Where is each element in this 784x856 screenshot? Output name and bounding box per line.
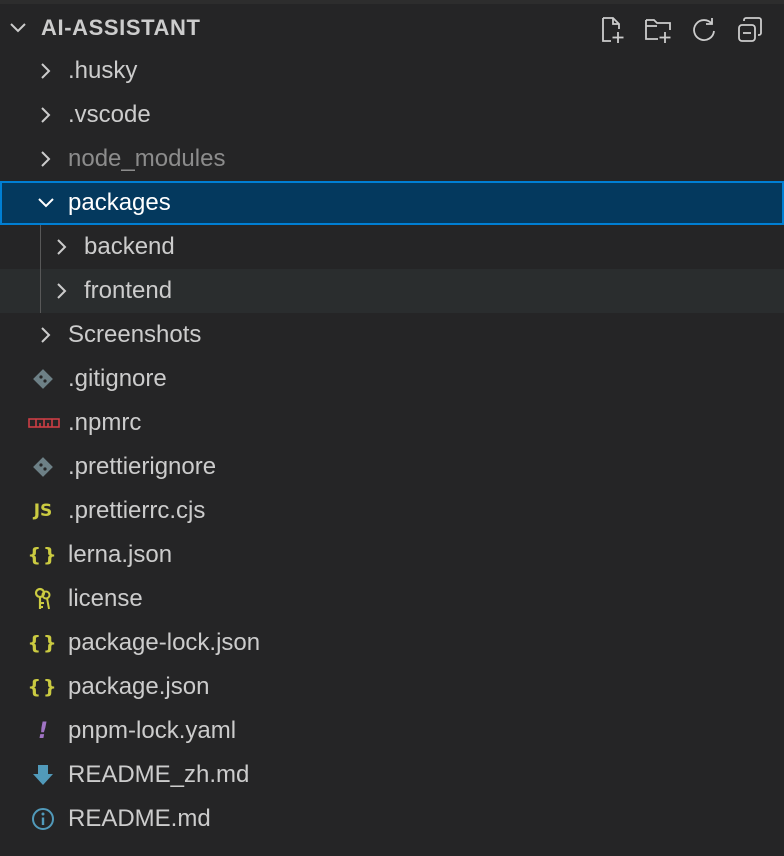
tree-item-backend[interactable]: backend — [0, 225, 784, 269]
tree-item-gitignore[interactable]: .gitignore — [0, 357, 784, 401]
tree-item-label: README.md — [68, 805, 211, 832]
indent-guide — [40, 225, 41, 269]
tree-item-label: node_modules — [68, 145, 226, 172]
tree-item-readme-md[interactable]: README.md — [0, 797, 784, 841]
panel-top-border — [0, 0, 784, 4]
tree-item-label: package-lock.json — [68, 629, 261, 656]
tree-item-packages[interactable]: packages — [0, 181, 784, 225]
tree-item-pnpm-lock-yaml[interactable]: ! pnpm-lock.yaml — [0, 709, 784, 753]
tree-item-label: .prettierignore — [68, 453, 217, 480]
new-file-icon — [602, 17, 624, 43]
tree-item-vscode[interactable]: .vscode — [0, 93, 784, 137]
tree-item-label: .npmrc — [68, 409, 142, 436]
json-icon: {} — [27, 632, 59, 654]
collapse-all-icon — [738, 17, 762, 42]
chevron-right-icon — [41, 63, 51, 79]
tree-item-label: .gitignore — [68, 365, 167, 392]
license-key-icon — [34, 587, 51, 610]
tree-item-label: backend — [84, 233, 175, 260]
json-icon: {} — [27, 676, 59, 698]
tree-item-npmrc[interactable]: .npmrc — [0, 401, 784, 445]
tree-item-label: .husky — [68, 57, 138, 84]
chevron-right-icon — [41, 327, 51, 343]
tree-item-license[interactable]: license — [0, 577, 784, 621]
new-file-button[interactable] — [596, 14, 628, 46]
javascript-icon: JS — [33, 501, 53, 521]
tree-item-frontend[interactable]: frontend — [0, 269, 784, 313]
git-icon — [33, 369, 53, 389]
section-title: AI-ASSISTANT — [41, 15, 201, 40]
collapse-all-button[interactable] — [734, 14, 766, 46]
tree-item-label: README_zh.md — [68, 761, 250, 788]
file-tree: .husky .vscode node_modules packages bac… — [0, 49, 784, 841]
tree-item-label: frontend — [84, 277, 173, 304]
indent-guide — [40, 269, 41, 313]
chevron-right-icon — [41, 107, 51, 123]
refresh-icon — [693, 18, 715, 41]
tree-item-label: .prettierrc.cjs — [68, 497, 206, 524]
tree-item-label: lerna.json — [68, 541, 173, 568]
chevron-right-icon — [57, 283, 67, 299]
tree-item-label: license — [68, 585, 143, 612]
explorer-section-header[interactable]: AI-ASSISTANT — [0, 6, 784, 48]
new-folder-icon — [645, 19, 671, 43]
tree-item-label: packages — [68, 189, 171, 216]
markdown-download-icon — [33, 765, 53, 785]
explorer-panel: AI-ASSISTANT .husky .vscode node_modules… — [0, 0, 784, 856]
explorer-actions — [596, 14, 766, 46]
tree-item-screenshots[interactable]: Screenshots — [0, 313, 784, 357]
tree-item-label: pnpm-lock.yaml — [68, 717, 237, 744]
tree-item-label: .vscode — [68, 101, 151, 128]
tree-item-lerna-json[interactable]: {} lerna.json — [0, 533, 784, 577]
tree-item-label: package.json — [68, 673, 210, 700]
refresh-button[interactable] — [688, 14, 720, 46]
json-icon: {} — [27, 544, 59, 566]
tree-item-prettierignore[interactable]: .prettierignore — [0, 445, 784, 489]
chevron-right-icon — [57, 239, 67, 255]
tree-item-husky[interactable]: .husky — [0, 49, 784, 93]
tree-item-package-json[interactable]: {} package.json — [0, 665, 784, 709]
tree-item-prettierrc[interactable]: JS .prettierrc.cjs — [0, 489, 784, 533]
chevron-down-icon[interactable] — [8, 18, 28, 38]
chevron-down-icon — [38, 198, 54, 208]
git-icon — [33, 457, 53, 477]
tree-item-node-modules[interactable]: node_modules — [0, 137, 784, 181]
npm-icon — [28, 418, 60, 428]
yaml-icon: ! — [37, 718, 49, 744]
tree-item-label: Screenshots — [68, 321, 202, 348]
tree-item-package-lock-json[interactable]: {} package-lock.json — [0, 621, 784, 665]
chevron-right-icon — [41, 151, 51, 167]
new-folder-button[interactable] — [642, 14, 674, 46]
tree-item-readme-zh-md[interactable]: README_zh.md — [0, 753, 784, 797]
info-icon — [32, 808, 54, 830]
